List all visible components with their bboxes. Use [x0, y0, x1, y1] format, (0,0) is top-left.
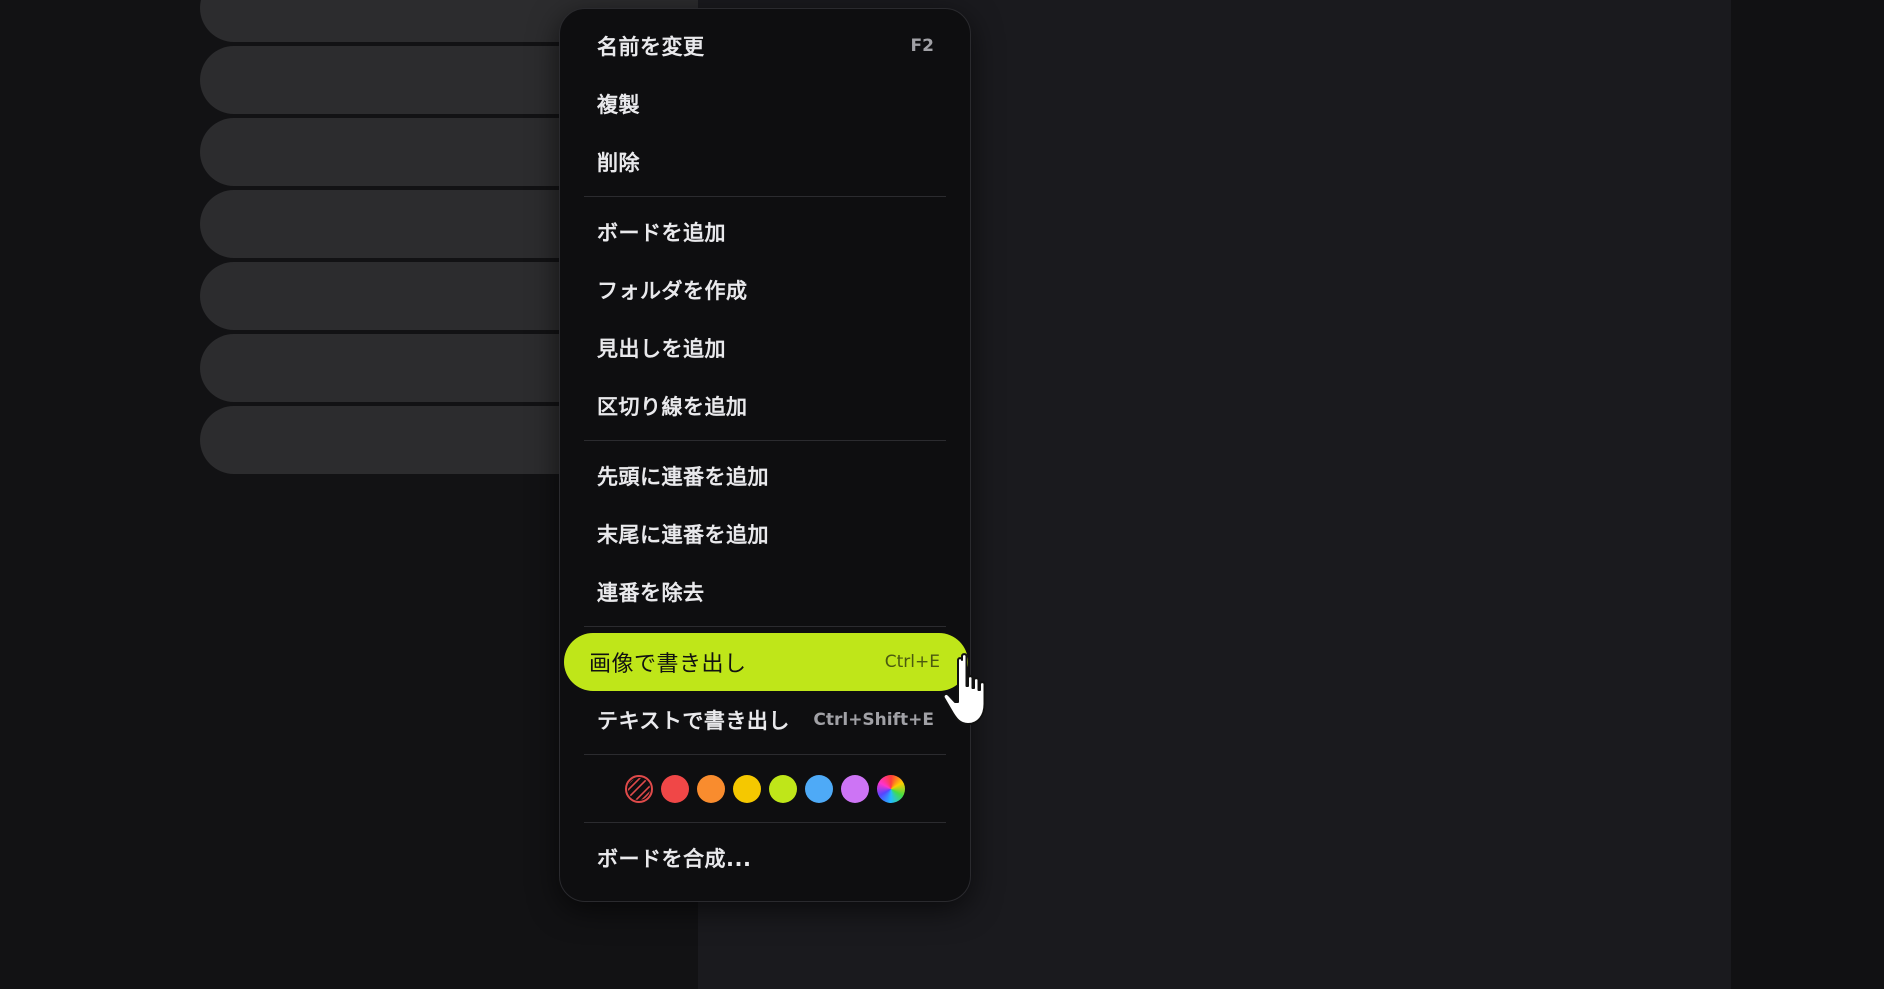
- menu-item-label: 削除: [597, 151, 640, 175]
- right-panel: [1731, 0, 1884, 989]
- menu-item-add-suffix-number[interactable]: 末尾に連番を追加: [560, 505, 970, 563]
- menu-item-merge-boards[interactable]: ボードを合成...: [560, 829, 970, 887]
- menu-item-rename[interactable]: 名前を変更 F2: [560, 17, 970, 75]
- menu-item-label: 先頭に連番を追加: [597, 465, 769, 489]
- menu-item-label: 連番を除去: [597, 581, 705, 605]
- color-swatch-row: [560, 761, 970, 817]
- color-swatch-yellow[interactable]: [733, 775, 761, 803]
- menu-item-remove-numbering[interactable]: 連番を除去: [560, 563, 970, 621]
- menu-item-export-image[interactable]: 画像で書き出し Ctrl+E: [564, 633, 968, 691]
- menu-item-label: 名前を変更: [597, 35, 705, 59]
- menu-item-add-board[interactable]: ボードを追加: [560, 203, 970, 261]
- menu-item-label: 見出しを追加: [597, 337, 726, 361]
- menu-item-add-heading[interactable]: 見出しを追加: [560, 319, 970, 377]
- menu-item-add-separator[interactable]: 区切り線を追加: [560, 377, 970, 435]
- menu-item-label: ボードを追加: [597, 221, 726, 245]
- menu-item-shortcut: Ctrl+Shift+E: [813, 710, 934, 730]
- menu-item-shortcut: Ctrl+E: [884, 652, 940, 672]
- menu-item-add-prefix-number[interactable]: 先頭に連番を追加: [560, 447, 970, 505]
- color-swatch-purple[interactable]: [841, 775, 869, 803]
- menu-item-label: 複製: [597, 93, 640, 117]
- color-swatch-custom[interactable]: [877, 775, 905, 803]
- color-swatch-blue[interactable]: [805, 775, 833, 803]
- menu-item-delete[interactable]: 削除: [560, 133, 970, 191]
- app: 名前を変更 F2 複製 削除 ボードを追加 フォルダを作成 見出しを追加 区切り…: [0, 0, 1884, 989]
- menu-divider: [584, 754, 946, 755]
- menu-item-duplicate[interactable]: 複製: [560, 75, 970, 133]
- menu-divider: [584, 196, 946, 197]
- menu-item-label: ボードを合成...: [597, 847, 752, 871]
- menu-divider: [584, 440, 946, 441]
- menu-item-label: 画像で書き出し: [589, 652, 747, 677]
- color-swatch-red[interactable]: [661, 775, 689, 803]
- menu-divider: [584, 626, 946, 627]
- menu-item-create-folder[interactable]: フォルダを作成: [560, 261, 970, 319]
- menu-item-export-text[interactable]: テキストで書き出し Ctrl+Shift+E: [560, 691, 970, 749]
- menu-item-label: フォルダを作成: [597, 279, 748, 303]
- color-swatch-lime[interactable]: [769, 775, 797, 803]
- menu-item-label: 末尾に連番を追加: [597, 523, 769, 547]
- color-swatch-orange[interactable]: [697, 775, 725, 803]
- menu-item-label: テキストで書き出し: [597, 709, 790, 733]
- color-swatch-none[interactable]: [625, 775, 653, 803]
- context-menu: 名前を変更 F2 複製 削除 ボードを追加 フォルダを作成 見出しを追加 区切り…: [559, 8, 971, 902]
- menu-item-label: 区切り線を追加: [597, 395, 748, 419]
- hand-pointer-icon: [942, 653, 986, 725]
- no-color-icon: [628, 778, 650, 800]
- menu-item-shortcut: F2: [910, 36, 934, 56]
- menu-divider: [584, 822, 946, 823]
